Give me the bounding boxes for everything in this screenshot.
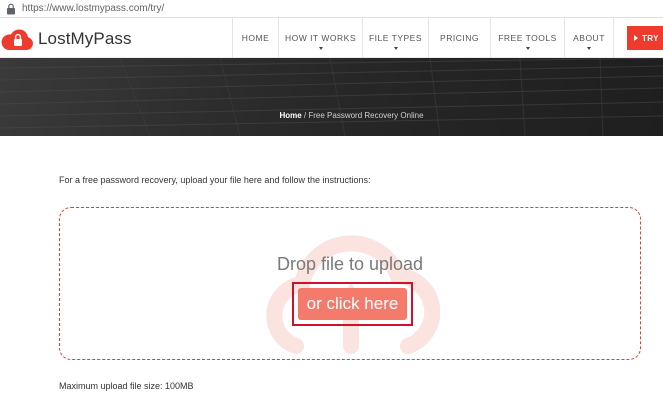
site-header: LostMyPass HOME HOW IT WORKS FILE TYPES … (0, 18, 663, 58)
nav-label: HOW IT WORKS (284, 33, 356, 43)
upload-click-button[interactable]: or click here (298, 288, 407, 320)
nav-home[interactable]: HOME (232, 18, 278, 58)
nav-pricing[interactable]: PRICING (428, 18, 490, 58)
lock-icon (7, 3, 15, 14)
caret-down-icon (318, 47, 323, 50)
upload-instructions: For a free password recovery, upload you… (59, 175, 371, 185)
file-dropzone[interactable]: Drop file to upload or click here (59, 207, 641, 360)
try-label: TRY (642, 33, 659, 43)
try-button[interactable]: TRY (627, 26, 663, 50)
cloud-lock-logo-icon (1, 29, 33, 50)
nav-file-types[interactable]: FILE TYPES (362, 18, 428, 58)
caret-down-icon (525, 47, 530, 50)
hero-background-texture (0, 58, 663, 136)
nav-label: PRICING (440, 33, 479, 43)
brand-name: LostMyPass (38, 29, 132, 48)
nav-label: ABOUT (573, 33, 605, 43)
nav-label: HOME (241, 33, 270, 43)
max-file-size-note: Maximum upload file size: 100MB (59, 381, 194, 391)
dropzone-title: Drop file to upload (276, 254, 424, 274)
breadcrumb-current: Free Password Recovery Online (308, 111, 424, 120)
browser-address-bar[interactable]: https://www.lostmypass.com/try/ (0, 0, 663, 18)
breadcrumb-home[interactable]: Home (279, 111, 301, 120)
logo[interactable]: LostMyPass (0, 26, 132, 52)
hero-banner: Home / Free Password Recovery Online (0, 58, 663, 136)
nav-label: FILE TYPES (368, 33, 423, 43)
nav-free-tools[interactable]: FREE TOOLS (490, 18, 564, 58)
caret-down-icon (587, 47, 591, 50)
nav-label: FREE TOOLS (498, 33, 557, 43)
click-highlight-frame[interactable]: or click here (292, 282, 413, 326)
play-icon (634, 35, 638, 41)
caret-down-icon (393, 47, 398, 50)
address-url[interactable]: https://www.lostmypass.com/try/ (22, 3, 164, 14)
nav-about[interactable]: ABOUT (564, 18, 614, 58)
breadcrumb: Home / Free Password Recovery Online (0, 111, 663, 120)
main-nav: HOME HOW IT WORKS FILE TYPES PRICING FRE… (232, 18, 614, 58)
nav-how-it-works[interactable]: HOW IT WORKS (278, 18, 362, 58)
